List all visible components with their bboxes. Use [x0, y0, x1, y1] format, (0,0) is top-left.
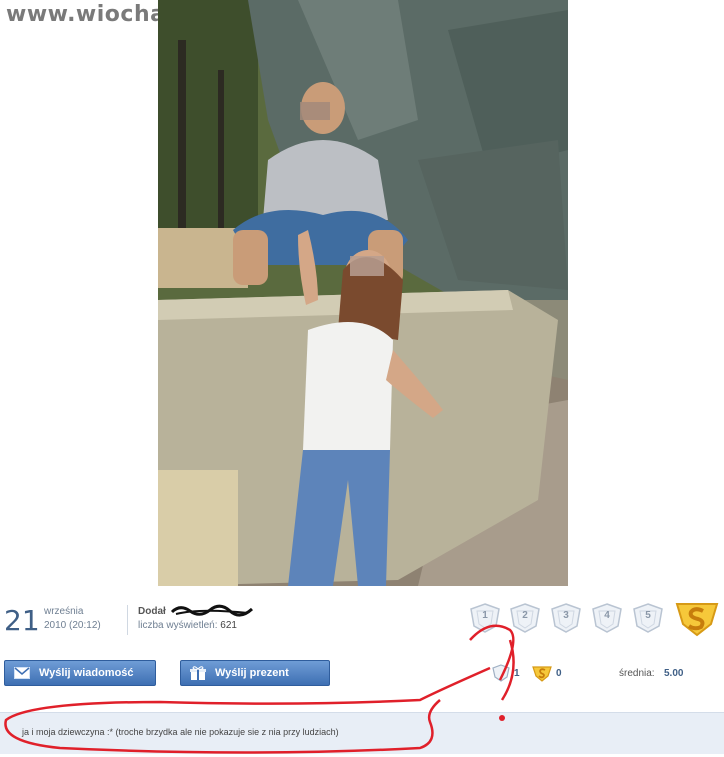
shield-star-icon: [492, 664, 510, 682]
views-label-text: liczba wyświetleń:: [138, 620, 218, 631]
added-by-label: Dodał: [138, 606, 166, 617]
views-info: liczba wyświetleń: 621: [138, 620, 237, 631]
star-number: 1: [482, 610, 488, 621]
rating-stats: 1 0 średnia: 5.00: [0, 662, 724, 686]
super-s-icon: [675, 603, 719, 637]
post-caption: ja i moja dziewczyna :* (troche brzydka …: [22, 727, 339, 737]
author-scribble: [170, 604, 254, 617]
star-number: 5: [645, 610, 651, 621]
post-photo: [158, 0, 568, 586]
rate-star-1-button[interactable]: 1: [468, 602, 502, 634]
post-info-row: 21 września 2010 (20:12) Dodał liczba wy…: [0, 596, 724, 644]
super-s-icon: [532, 666, 552, 682]
star-number: 3: [563, 610, 569, 621]
info-divider: [127, 605, 128, 635]
star-number: 2: [522, 610, 528, 621]
views-count: 621: [220, 620, 237, 631]
average-value: 5.00: [664, 668, 684, 679]
rate-star-4-button[interactable]: 4: [590, 602, 624, 634]
star-votes-count: 1: [514, 668, 520, 679]
average-label: średnia:: [619, 668, 655, 679]
post-datetime: 2010 (20:12): [44, 620, 101, 631]
rate-star-5-button[interactable]: 5: [631, 602, 665, 634]
rate-star-3-button[interactable]: 3: [549, 602, 583, 634]
post-day: 21: [4, 604, 40, 637]
star-number: 4: [604, 610, 610, 621]
rate-super-button[interactable]: [674, 598, 720, 638]
post-month: września: [44, 606, 84, 617]
rate-star-2-button[interactable]: 2: [508, 602, 542, 634]
super-votes-count: 0: [556, 668, 562, 679]
caption-bar: ja i moja dziewczyna :* (troche brzydka …: [0, 712, 724, 754]
